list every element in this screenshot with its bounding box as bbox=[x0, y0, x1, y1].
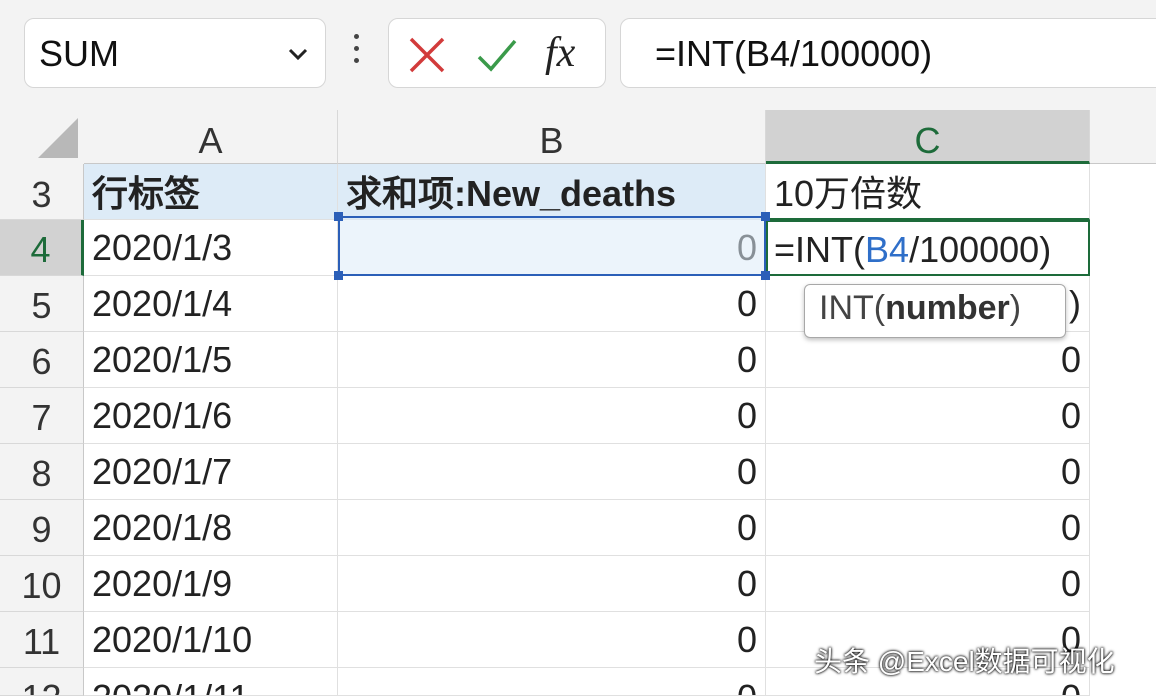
cell-a7[interactable]: 2020/1/6 bbox=[84, 388, 338, 444]
cell-a5[interactable]: 2020/1/4 bbox=[84, 276, 338, 332]
formula-text: =INT(B4/100000) bbox=[655, 33, 933, 74]
selection-handle[interactable] bbox=[334, 271, 343, 280]
row-header-8[interactable]: 8 bbox=[0, 444, 84, 500]
cell-b6[interactable]: 0 bbox=[338, 332, 766, 388]
row-header-3[interactable]: 3 bbox=[0, 164, 84, 220]
check-icon[interactable] bbox=[475, 33, 519, 77]
column-header-a[interactable]: A bbox=[84, 110, 338, 164]
column-header-b[interactable]: B bbox=[338, 110, 766, 164]
cell-c8[interactable]: 0 bbox=[766, 444, 1090, 500]
cell-b12[interactable]: 0 bbox=[338, 668, 766, 696]
column-header-c[interactable]: C bbox=[766, 110, 1090, 164]
column-header-d[interactable] bbox=[1090, 110, 1156, 164]
row-header-5[interactable]: 5 bbox=[0, 276, 84, 332]
tooltip-close-paren: ) bbox=[1009, 289, 1022, 327]
edit-formula-prefix: =INT( bbox=[774, 229, 866, 270]
edit-formula-suffix: /100000) bbox=[909, 229, 1052, 270]
tooltip-function: INT( bbox=[819, 289, 886, 327]
x-icon[interactable] bbox=[405, 33, 449, 77]
cell-a8[interactable]: 2020/1/7 bbox=[84, 444, 338, 500]
selection-handle[interactable] bbox=[334, 212, 343, 221]
formula-bar: SUM fx =INT(B4/100000) bbox=[0, 0, 1156, 110]
watermark: 头条 @Excel数据可视化 bbox=[814, 646, 1115, 677]
row-header-11[interactable]: 11 bbox=[0, 612, 84, 668]
row-labels-header: 行标签 bbox=[92, 173, 201, 214]
cell-b5[interactable]: 0 bbox=[338, 276, 766, 332]
row-header-4[interactable]: 4 bbox=[0, 220, 84, 276]
chevron-down-icon[interactable] bbox=[285, 41, 311, 67]
function-tooltip: INT(number) bbox=[804, 284, 1066, 338]
cell-b8[interactable]: 0 bbox=[338, 444, 766, 500]
name-box[interactable]: SUM bbox=[24, 18, 326, 88]
cell-a3[interactable]: 行标签 bbox=[84, 164, 418, 220]
row-header-9[interactable]: 9 bbox=[0, 500, 84, 556]
cell-c3[interactable]: 10万倍数 bbox=[766, 164, 1090, 220]
cell-a10[interactable]: 2020/1/9 bbox=[84, 556, 338, 612]
cell-c10[interactable]: 0 bbox=[766, 556, 1090, 612]
worksheet-grid: A B C 3 行标签 求和项:New_deaths 10万倍数 4 2020/… bbox=[0, 110, 1156, 696]
cell-a6[interactable]: 2020/1/5 bbox=[84, 332, 338, 388]
cell-a11[interactable]: 2020/1/10 bbox=[84, 612, 338, 668]
cell-b7[interactable]: 0 bbox=[338, 388, 766, 444]
insert-function-button[interactable]: fx bbox=[545, 29, 575, 77]
row-header-6[interactable]: 6 bbox=[0, 332, 84, 388]
cell-c6[interactable]: 0 bbox=[766, 332, 1090, 388]
row-header-10[interactable]: 10 bbox=[0, 556, 84, 612]
cell-a12[interactable]: 2020/1/11 bbox=[84, 668, 338, 696]
cell-c4-editing[interactable]: =INT(B4/100000) bbox=[766, 220, 1090, 276]
cell-c7[interactable]: 0 bbox=[766, 388, 1090, 444]
cell-b3[interactable]: 求和项:New_deaths bbox=[338, 164, 766, 220]
cell-b9[interactable]: 0 bbox=[338, 500, 766, 556]
range-selection-b4 bbox=[334, 212, 770, 280]
more-options-icon[interactable] bbox=[348, 34, 364, 74]
cell-b10[interactable]: 0 bbox=[338, 556, 766, 612]
row-header-12[interactable]: 12 bbox=[0, 668, 84, 696]
formula-input[interactable]: =INT(B4/100000) bbox=[620, 18, 1156, 88]
selection-handle[interactable] bbox=[761, 212, 770, 221]
edit-formula-ref: B4 bbox=[865, 229, 910, 270]
selection-handle[interactable] bbox=[761, 271, 770, 280]
cell-b11[interactable]: 0 bbox=[338, 612, 766, 668]
select-all-triangle-icon bbox=[38, 118, 78, 158]
name-box-value: SUM bbox=[39, 33, 119, 74]
row-header-7[interactable]: 7 bbox=[0, 388, 84, 444]
cell-a4[interactable]: 2020/1/3 bbox=[84, 220, 338, 276]
select-all-button[interactable] bbox=[0, 110, 84, 164]
formula-buttons: fx bbox=[388, 18, 606, 88]
tooltip-argument[interactable]: number bbox=[885, 289, 1010, 327]
cell-c9[interactable]: 0 bbox=[766, 500, 1090, 556]
cell-a9[interactable]: 2020/1/8 bbox=[84, 500, 338, 556]
